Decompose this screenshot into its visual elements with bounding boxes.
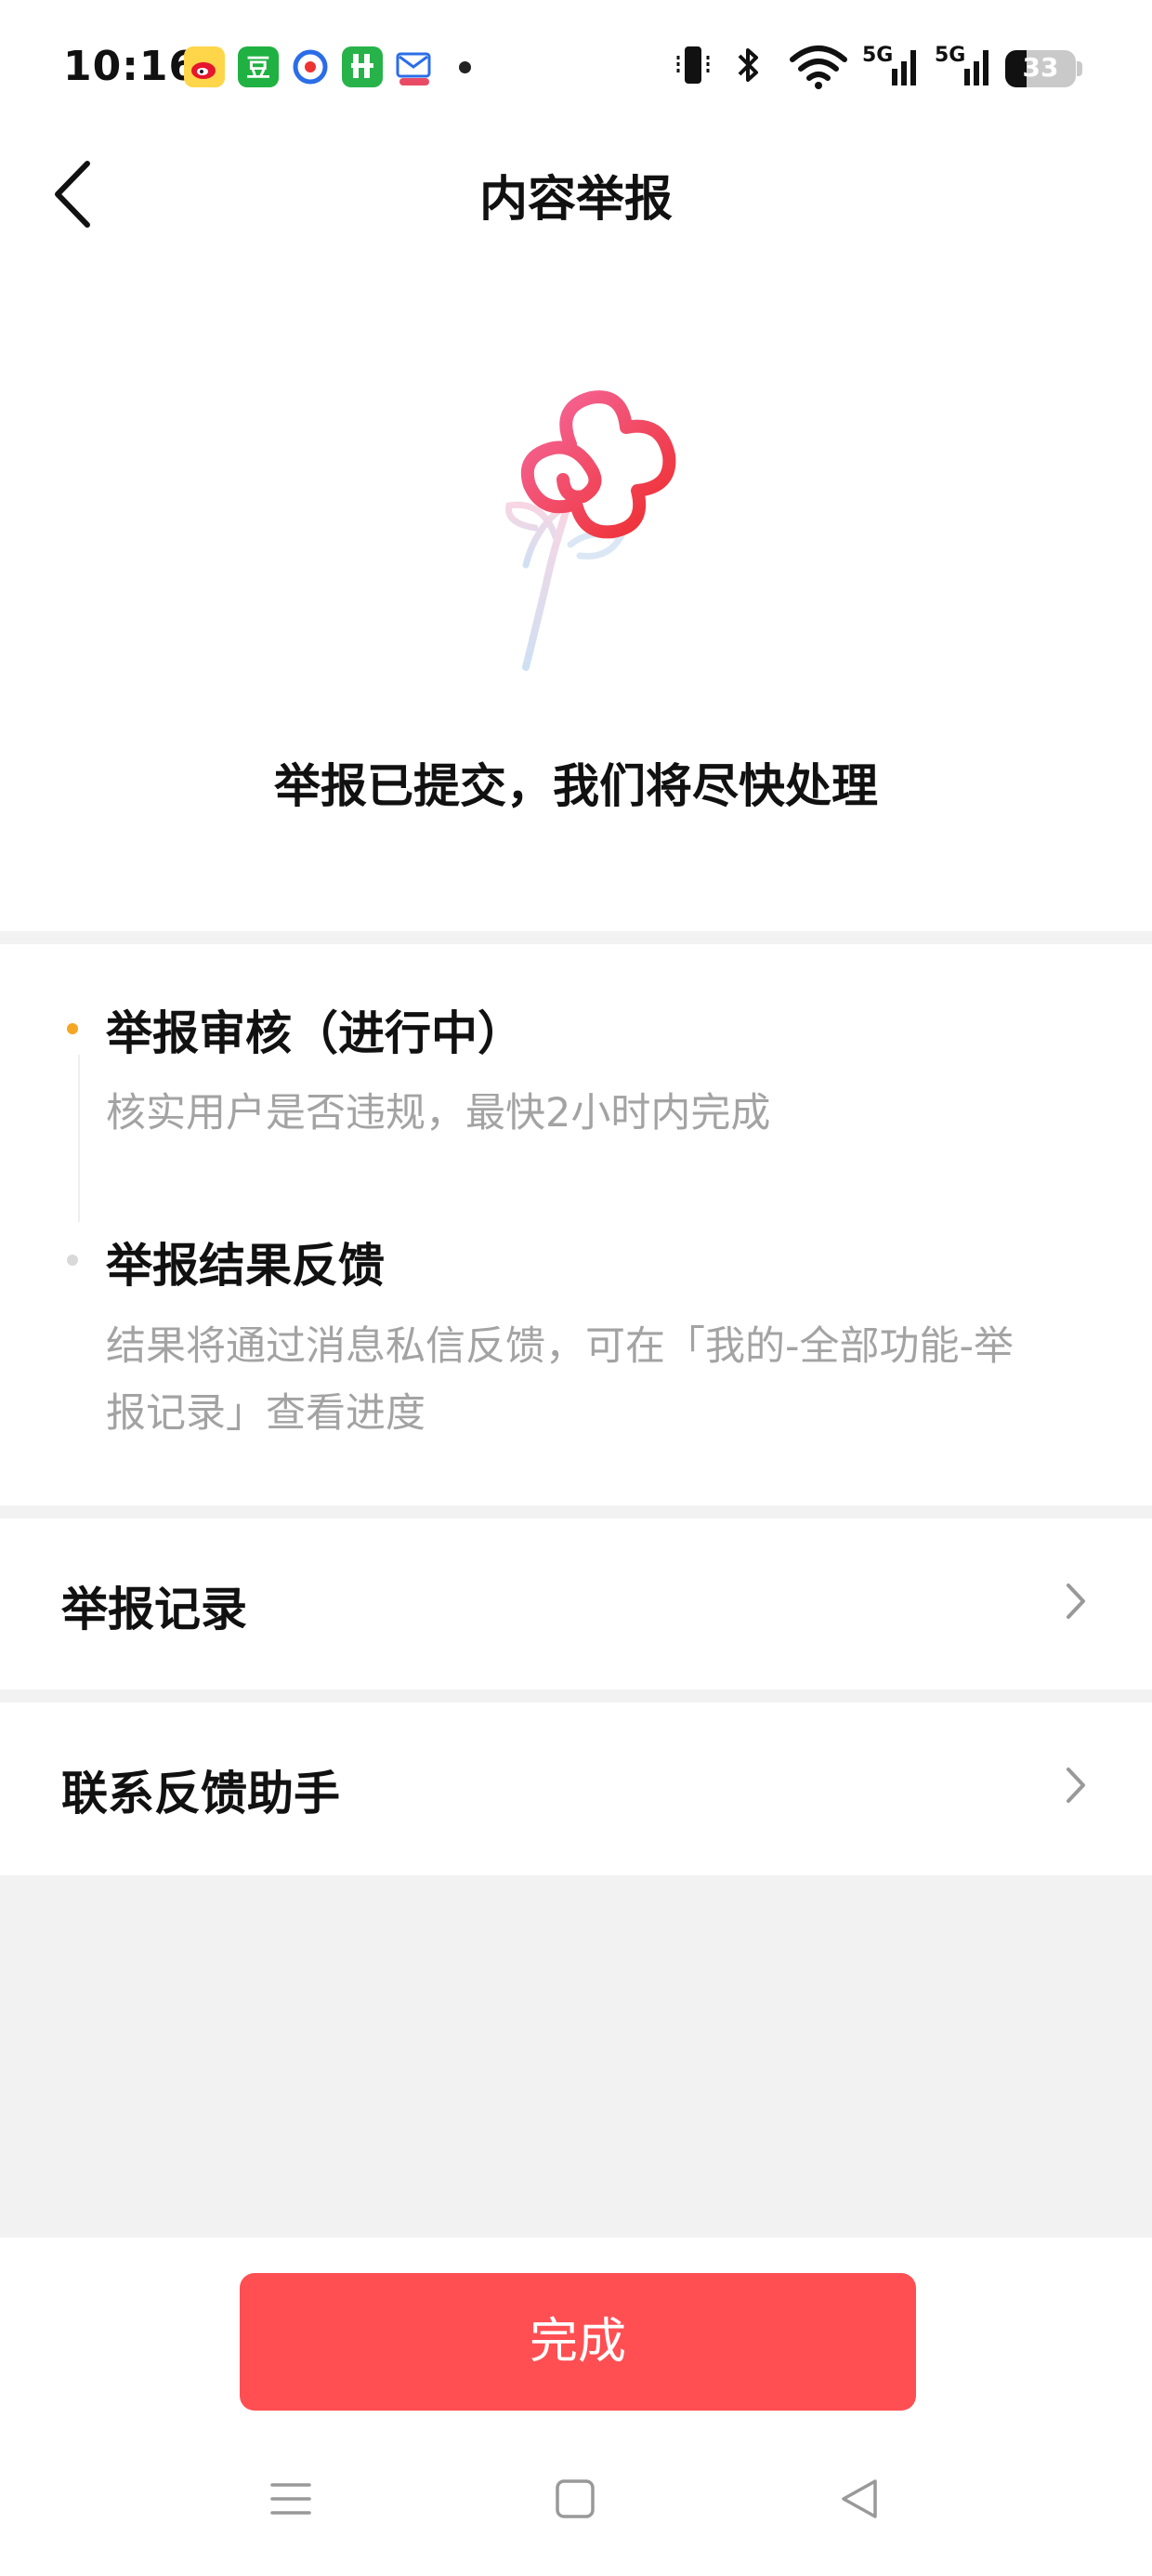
divider — [0, 1505, 1152, 1518]
svg-text:豆: 豆 — [246, 55, 270, 83]
divider — [0, 1689, 1152, 1702]
camera-app-icon — [290, 46, 331, 87]
success-message: 举报已提交，我们将尽快处理 — [274, 759, 878, 813]
svg-text:5G: 5G — [862, 44, 893, 67]
menu-icon[interactable] — [269, 2477, 312, 2520]
flower-illustration — [505, 390, 676, 671]
chevron-right-icon — [1067, 1584, 1085, 1619]
step-feedback-desc-line-2: 报记录」查看进度 — [106, 1390, 425, 1437]
svg-text:5G: 5G — [935, 44, 965, 67]
menu-item-contact-feedback[interactable]: 联系反馈助手 — [0, 1702, 1152, 1868]
step-pending-dot — [67, 1255, 78, 1266]
more-notifications-dot — [459, 61, 471, 73]
empty-area — [0, 1875, 1152, 2238]
step-review-desc-line: 核实用户是否违规，最快2小时内完成 — [106, 1090, 771, 1137]
menu-item-report-records[interactable]: 举报记录 — [0, 1518, 1152, 1684]
signal-5g-icon-2: 5G — [935, 44, 988, 85]
menu-item-label: 举报记录 — [61, 1583, 247, 1636]
step-feedback-title: 举报结果反馈 — [106, 1239, 385, 1293]
weibo-icon — [184, 46, 225, 87]
vibrate-icon — [676, 46, 710, 84]
divider — [0, 931, 1152, 944]
signal-5g-icon-1: 5G — [862, 44, 916, 85]
mail-app-icon — [394, 46, 435, 87]
wifi-icon — [790, 46, 847, 89]
battery-tip — [1077, 61, 1082, 76]
back-nav-icon[interactable] — [838, 2477, 881, 2520]
clock: 10:16 — [63, 43, 199, 90]
battery-icon: 33 — [1005, 50, 1076, 87]
step-review-title: 举报审核（进行中） — [106, 1006, 524, 1060]
bluetooth-icon — [738, 48, 758, 82]
chevron-right-icon — [1067, 1768, 1085, 1803]
menu-item-label: 联系反馈助手 — [61, 1767, 340, 1820]
status-bar: 10:16 豆 5G 5G 33 — [0, 0, 1152, 139]
page-title: 内容举报 — [478, 172, 673, 228]
step-active-dot — [67, 1023, 78, 1034]
home-icon[interactable] — [554, 2477, 596, 2520]
step-feedback-desc-line-1: 结果将通过消息私信反馈，可在「我的-全部功能-举 — [106, 1323, 1015, 1370]
step-feedback-desc: 结果将通过消息私信反馈，可在「我的-全部功能-举 报记录」查看进度 — [106, 1313, 1091, 1447]
step-connector — [78, 1055, 80, 1222]
done-button[interactable]: 完成 — [240, 2273, 916, 2411]
battery-level: 33 — [1022, 52, 1059, 83]
green-app-icon — [342, 46, 383, 87]
step-review-desc: 核实用户是否违规，最快2小时内完成 — [106, 1080, 1091, 1147]
douban-icon: 豆 — [238, 46, 279, 87]
